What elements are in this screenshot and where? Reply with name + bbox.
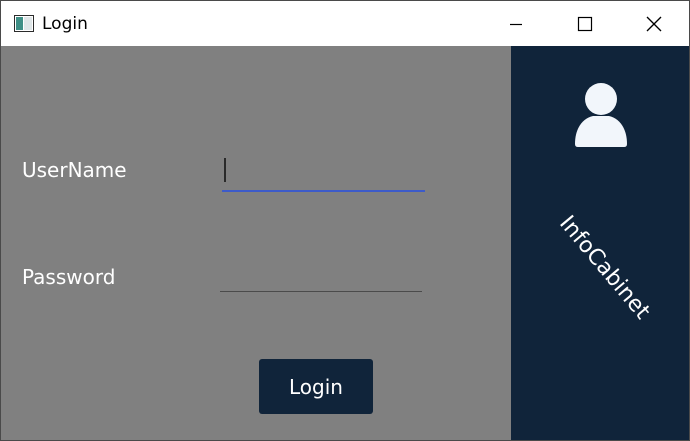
username-input[interactable]	[222, 156, 425, 192]
window-title: Login	[42, 14, 88, 34]
app-window-icon	[14, 15, 34, 32]
password-input[interactable]	[220, 264, 422, 292]
title-bar[interactable]: Login	[1, 1, 689, 46]
login-form-area: UserName Password Login	[1, 46, 511, 440]
close-icon	[646, 16, 662, 31]
login-window: Login UserName Password Login InfoCabine…	[0, 0, 690, 441]
password-label: Password	[22, 265, 116, 289]
close-button[interactable]	[631, 1, 677, 46]
maximize-icon	[577, 16, 593, 31]
brand-side-panel: InfoCabinet	[511, 46, 689, 440]
brand-name: InfoCabinet	[554, 211, 655, 325]
text-caret	[224, 158, 226, 182]
username-label: UserName	[22, 158, 127, 182]
minimize-icon	[510, 23, 522, 25]
minimize-button[interactable]	[493, 1, 539, 46]
user-icon	[573, 82, 629, 148]
maximize-button[interactable]	[562, 1, 608, 46]
login-button[interactable]: Login	[259, 359, 373, 414]
